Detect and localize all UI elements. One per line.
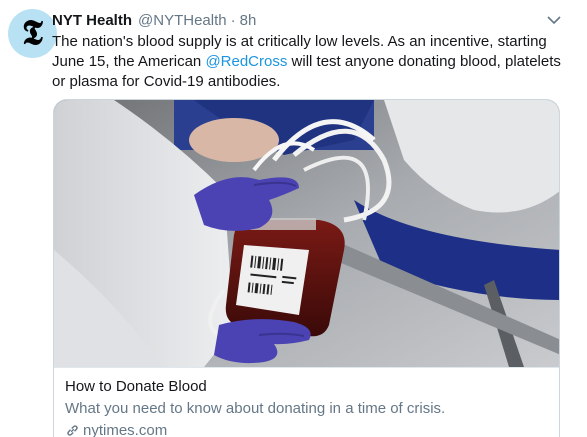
link-icon (65, 423, 80, 437)
mention-link[interactable]: @RedCross (205, 53, 287, 70)
user-handle[interactable]: @NYTHealth (138, 12, 227, 29)
separator-dot: · (230, 11, 236, 29)
tweet-header: NYT Health @NYTHealth · 8h (52, 9, 256, 31)
card-image[interactable] (54, 100, 559, 367)
card-body[interactable]: How to Donate Blood What you need to kno… (54, 367, 559, 437)
display-name[interactable]: NYT Health (52, 12, 132, 29)
nyt-logo-icon: 𝕿 (22, 12, 43, 53)
tweet[interactable]: 𝕿 NYT Health @NYTHealth · 8h The nation'… (0, 0, 587, 437)
timestamp[interactable]: 8h (240, 12, 257, 29)
card-title[interactable]: How to Donate Blood (65, 377, 549, 396)
card-description: What you need to know about donating in … (65, 400, 446, 417)
avatar[interactable]: 𝕿 (8, 9, 57, 58)
tweet-text: The nation's blood supply is at critical… (52, 32, 572, 92)
card-domain[interactable]: nytimes.com (65, 421, 549, 437)
chevron-down-icon[interactable] (545, 11, 563, 29)
link-card[interactable]: How to Donate Blood What you need to kno… (53, 99, 560, 437)
card-domain-text: nytimes.com (83, 422, 168, 437)
